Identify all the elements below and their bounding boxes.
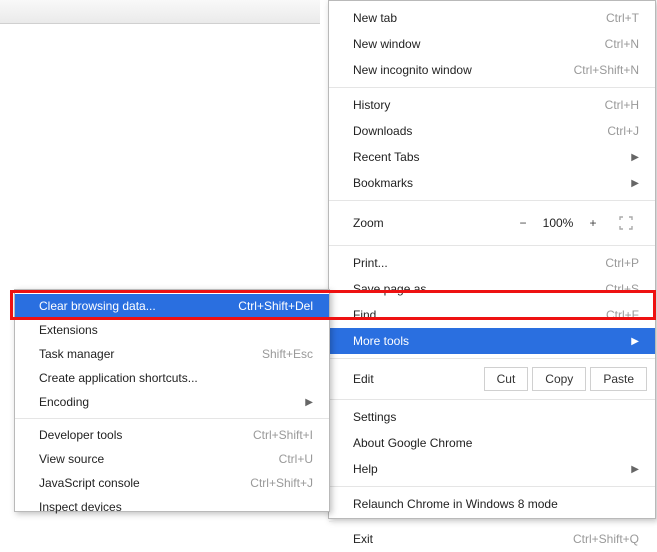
paste-button[interactable]: Paste [590, 367, 647, 391]
label: View source [39, 452, 279, 466]
label: Encoding [39, 395, 297, 409]
menu-item-help[interactable]: Help ▶ [329, 456, 655, 482]
label: More tools [353, 334, 623, 348]
shortcut: Ctrl+T [606, 11, 639, 25]
menu-item-encoding[interactable]: Encoding ▶ [15, 390, 329, 414]
label: Find... [353, 308, 606, 322]
label: Task manager [39, 347, 262, 361]
shortcut: Ctrl+J [607, 124, 639, 138]
menu-item-js-console[interactable]: JavaScript console Ctrl+Shift+J [15, 471, 329, 495]
menu-item-about[interactable]: About Google Chrome [329, 430, 655, 456]
label: Settings [353, 410, 639, 424]
label: New window [353, 37, 605, 51]
label: Edit [353, 372, 480, 386]
menu-item-zoom: Zoom − 100% + [329, 205, 655, 241]
label: Relaunch Chrome in Windows 8 mode [353, 497, 639, 511]
label: History [353, 98, 605, 112]
chrome-main-menu: New tab Ctrl+T New window Ctrl+N New inc… [328, 0, 656, 519]
zoom-value: 100% [535, 216, 581, 230]
label: Developer tools [39, 428, 253, 442]
zoom-out-button[interactable]: − [511, 211, 535, 235]
menu-item-edit: Edit Cut Copy Paste [329, 363, 655, 395]
submenu-arrow-icon: ▶ [631, 178, 639, 189]
fullscreen-icon[interactable] [613, 211, 639, 235]
submenu-arrow-icon: ▶ [305, 397, 313, 408]
label: JavaScript console [39, 476, 250, 490]
shortcut: Ctrl+H [605, 98, 639, 112]
copy-button[interactable]: Copy [532, 367, 586, 391]
submenu-arrow-icon: ▶ [631, 336, 639, 347]
menu-item-find[interactable]: Find... Ctrl+F [329, 302, 655, 328]
submenu-arrow-icon: ▶ [631, 464, 639, 475]
toolbar-background [0, 0, 320, 24]
menu-item-inspect-devices[interactable]: Inspect devices [15, 495, 329, 519]
separator [329, 245, 655, 246]
label: Downloads [353, 124, 607, 138]
label: Zoom [353, 216, 511, 230]
cut-button[interactable]: Cut [484, 367, 529, 391]
shortcut: Ctrl+Shift+J [250, 476, 313, 490]
menu-item-more-tools[interactable]: More tools ▶ [329, 328, 655, 354]
label: Print... [353, 256, 605, 270]
label: New incognito window [353, 63, 574, 77]
separator [329, 200, 655, 201]
label: Exit [353, 532, 573, 546]
label: Save page as... [353, 282, 605, 296]
menu-item-task-manager[interactable]: Task manager Shift+Esc [15, 342, 329, 366]
menu-item-new-window[interactable]: New window Ctrl+N [329, 31, 655, 57]
label: Recent Tabs [353, 150, 623, 164]
menu-item-save-page-as[interactable]: Save page as... Ctrl+S [329, 276, 655, 302]
label: Extensions [39, 323, 313, 337]
menu-item-relaunch-win8[interactable]: Relaunch Chrome in Windows 8 mode [329, 491, 655, 517]
menu-item-downloads[interactable]: Downloads Ctrl+J [329, 118, 655, 144]
menu-item-recent-tabs[interactable]: Recent Tabs ▶ [329, 144, 655, 170]
separator [15, 418, 329, 419]
menu-item-view-source[interactable]: View source Ctrl+U [15, 447, 329, 471]
shortcut: Ctrl+U [279, 452, 313, 466]
label: Bookmarks [353, 176, 623, 190]
shortcut: Ctrl+P [605, 256, 639, 270]
menu-item-print[interactable]: Print... Ctrl+P [329, 250, 655, 276]
menu-item-history[interactable]: History Ctrl+H [329, 92, 655, 118]
menu-item-extensions[interactable]: Extensions [15, 318, 329, 342]
menu-item-new-incognito[interactable]: New incognito window Ctrl+Shift+N [329, 57, 655, 83]
separator [329, 486, 655, 487]
more-tools-submenu: Clear browsing data... Ctrl+Shift+Del Ex… [14, 289, 330, 512]
shortcut: Ctrl+S [605, 282, 639, 296]
separator [329, 87, 655, 88]
menu-item-exit[interactable]: Exit Ctrl+Shift+Q [329, 526, 655, 552]
label: New tab [353, 11, 606, 25]
separator [329, 521, 655, 522]
menu-item-create-shortcuts[interactable]: Create application shortcuts... [15, 366, 329, 390]
separator [329, 399, 655, 400]
shortcut: Ctrl+N [605, 37, 639, 51]
zoom-in-button[interactable]: + [581, 211, 605, 235]
shortcut: Ctrl+Shift+Del [238, 299, 313, 313]
menu-item-new-tab[interactable]: New tab Ctrl+T [329, 5, 655, 31]
menu-item-clear-browsing-data[interactable]: Clear browsing data... Ctrl+Shift+Del [15, 294, 329, 318]
separator [329, 358, 655, 359]
shortcut: Ctrl+Shift+Q [573, 532, 639, 546]
menu-item-settings[interactable]: Settings [329, 404, 655, 430]
label: Clear browsing data... [39, 299, 238, 313]
shortcut: Ctrl+Shift+I [253, 428, 313, 442]
label: About Google Chrome [353, 436, 639, 450]
menu-item-developer-tools[interactable]: Developer tools Ctrl+Shift+I [15, 423, 329, 447]
shortcut: Shift+Esc [262, 347, 313, 361]
shortcut: Ctrl+F [606, 308, 639, 322]
label: Inspect devices [39, 500, 313, 514]
label: Help [353, 462, 623, 476]
submenu-arrow-icon: ▶ [631, 152, 639, 163]
label: Create application shortcuts... [39, 371, 313, 385]
menu-item-bookmarks[interactable]: Bookmarks ▶ [329, 170, 655, 196]
shortcut: Ctrl+Shift+N [574, 63, 639, 77]
